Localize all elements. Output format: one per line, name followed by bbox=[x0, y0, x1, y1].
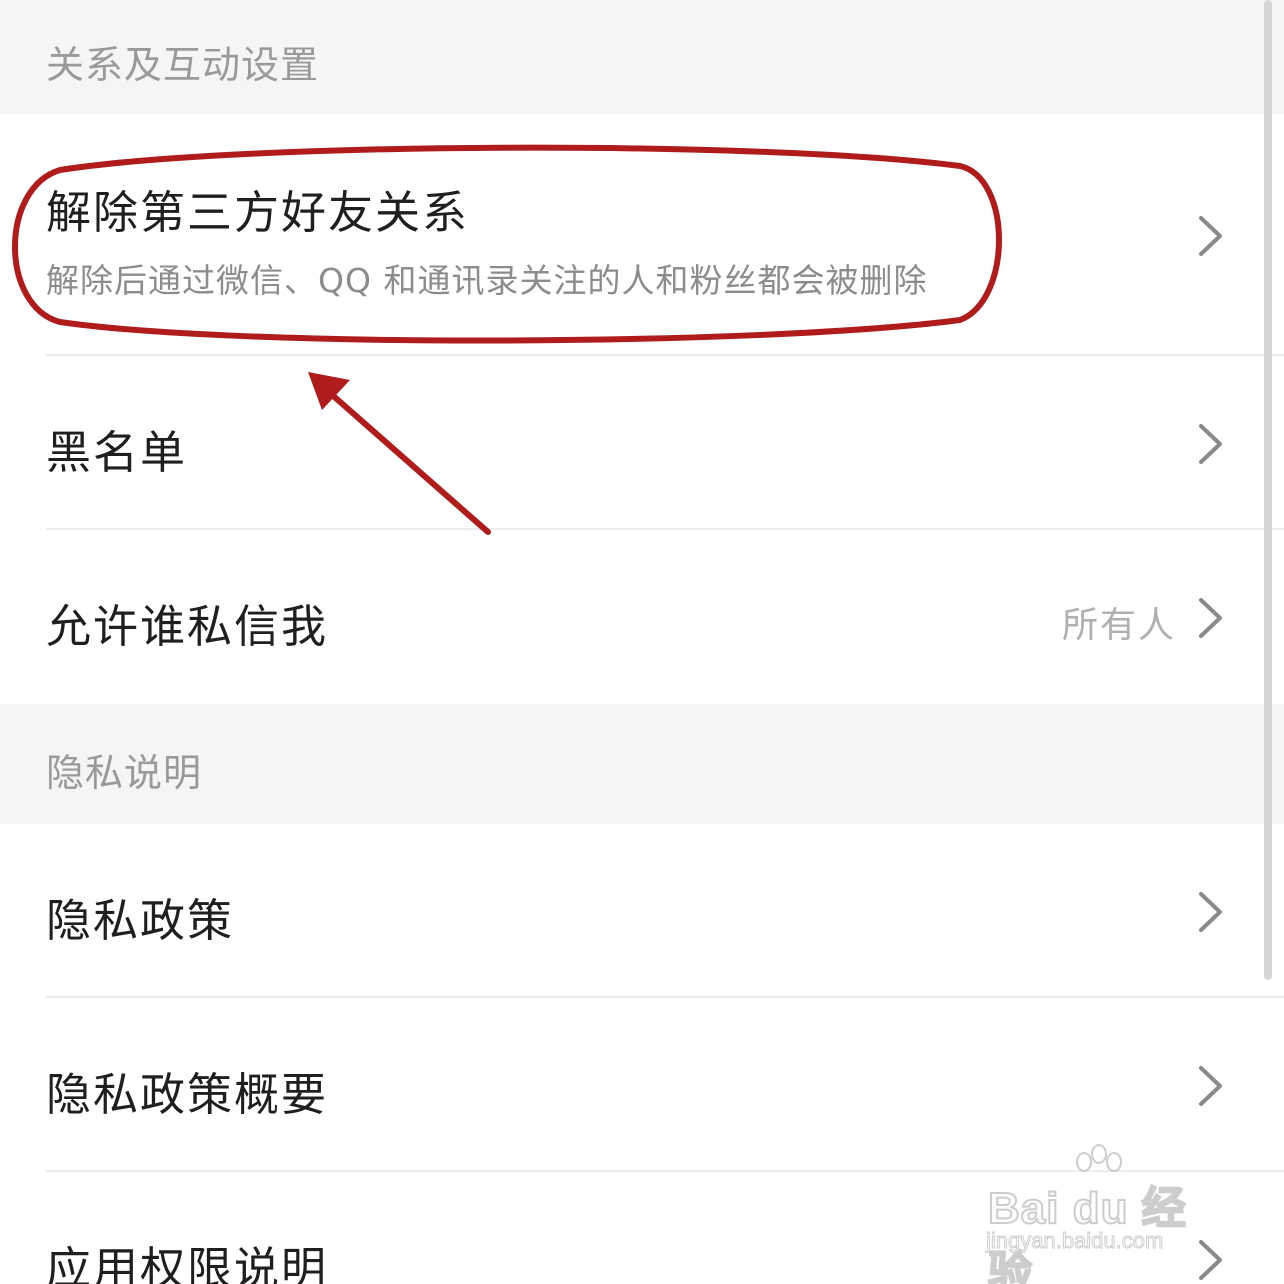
chevron-right-icon bbox=[1199, 424, 1222, 464]
baidu-jingyan-watermark: Bai du 经验 jingyan.baidu.com bbox=[984, 1144, 1224, 1284]
scrollbar[interactable] bbox=[1264, 0, 1272, 980]
chevron-right-icon bbox=[1199, 1066, 1222, 1106]
section-header-label: 关系及互动设置 bbox=[46, 43, 320, 87]
blacklist-row[interactable]: 黑名单 bbox=[0, 356, 1284, 528]
section-header-relations: 关系及互动设置 bbox=[0, 0, 1284, 114]
row-title: 黑名单 bbox=[46, 426, 188, 479]
watermark-url: jingyan.baidu.com bbox=[985, 1228, 1164, 1254]
remove-third-party-friends-row[interactable]: 解除第三方好友关系 解除后通过微信、QQ 和通讯录关注的人和粉丝都会被删除 bbox=[0, 114, 1284, 354]
chevron-right-icon bbox=[1199, 892, 1222, 932]
privacy-policy-row[interactable]: 隐私政策 bbox=[0, 824, 1284, 996]
section-header-privacy-info: 隐私说明 bbox=[0, 704, 1284, 824]
row-title: 解除第三方好友关系 bbox=[46, 186, 470, 239]
row-value: 所有人 bbox=[1061, 605, 1176, 646]
section-header-label: 隐私说明 bbox=[46, 751, 203, 795]
who-can-message-me-row[interactable]: 允许谁私信我 所有人 bbox=[0, 530, 1284, 704]
row-subtitle: 解除后通过微信、QQ 和通讯录关注的人和粉丝都会被删除 bbox=[46, 261, 928, 300]
chevron-right-icon bbox=[1199, 598, 1222, 638]
row-title: 隐私政策 bbox=[46, 894, 235, 947]
row-title: 应用权限说明 bbox=[46, 1242, 329, 1284]
privacy-settings-page: 关系及互动设置 解除第三方好友关系 解除后通过微信、QQ 和通讯录关注的人和粉丝… bbox=[0, 0, 1284, 1284]
row-title: 隐私政策概要 bbox=[46, 1068, 329, 1121]
row-title: 允许谁私信我 bbox=[46, 600, 329, 653]
chevron-right-icon bbox=[1199, 216, 1222, 256]
